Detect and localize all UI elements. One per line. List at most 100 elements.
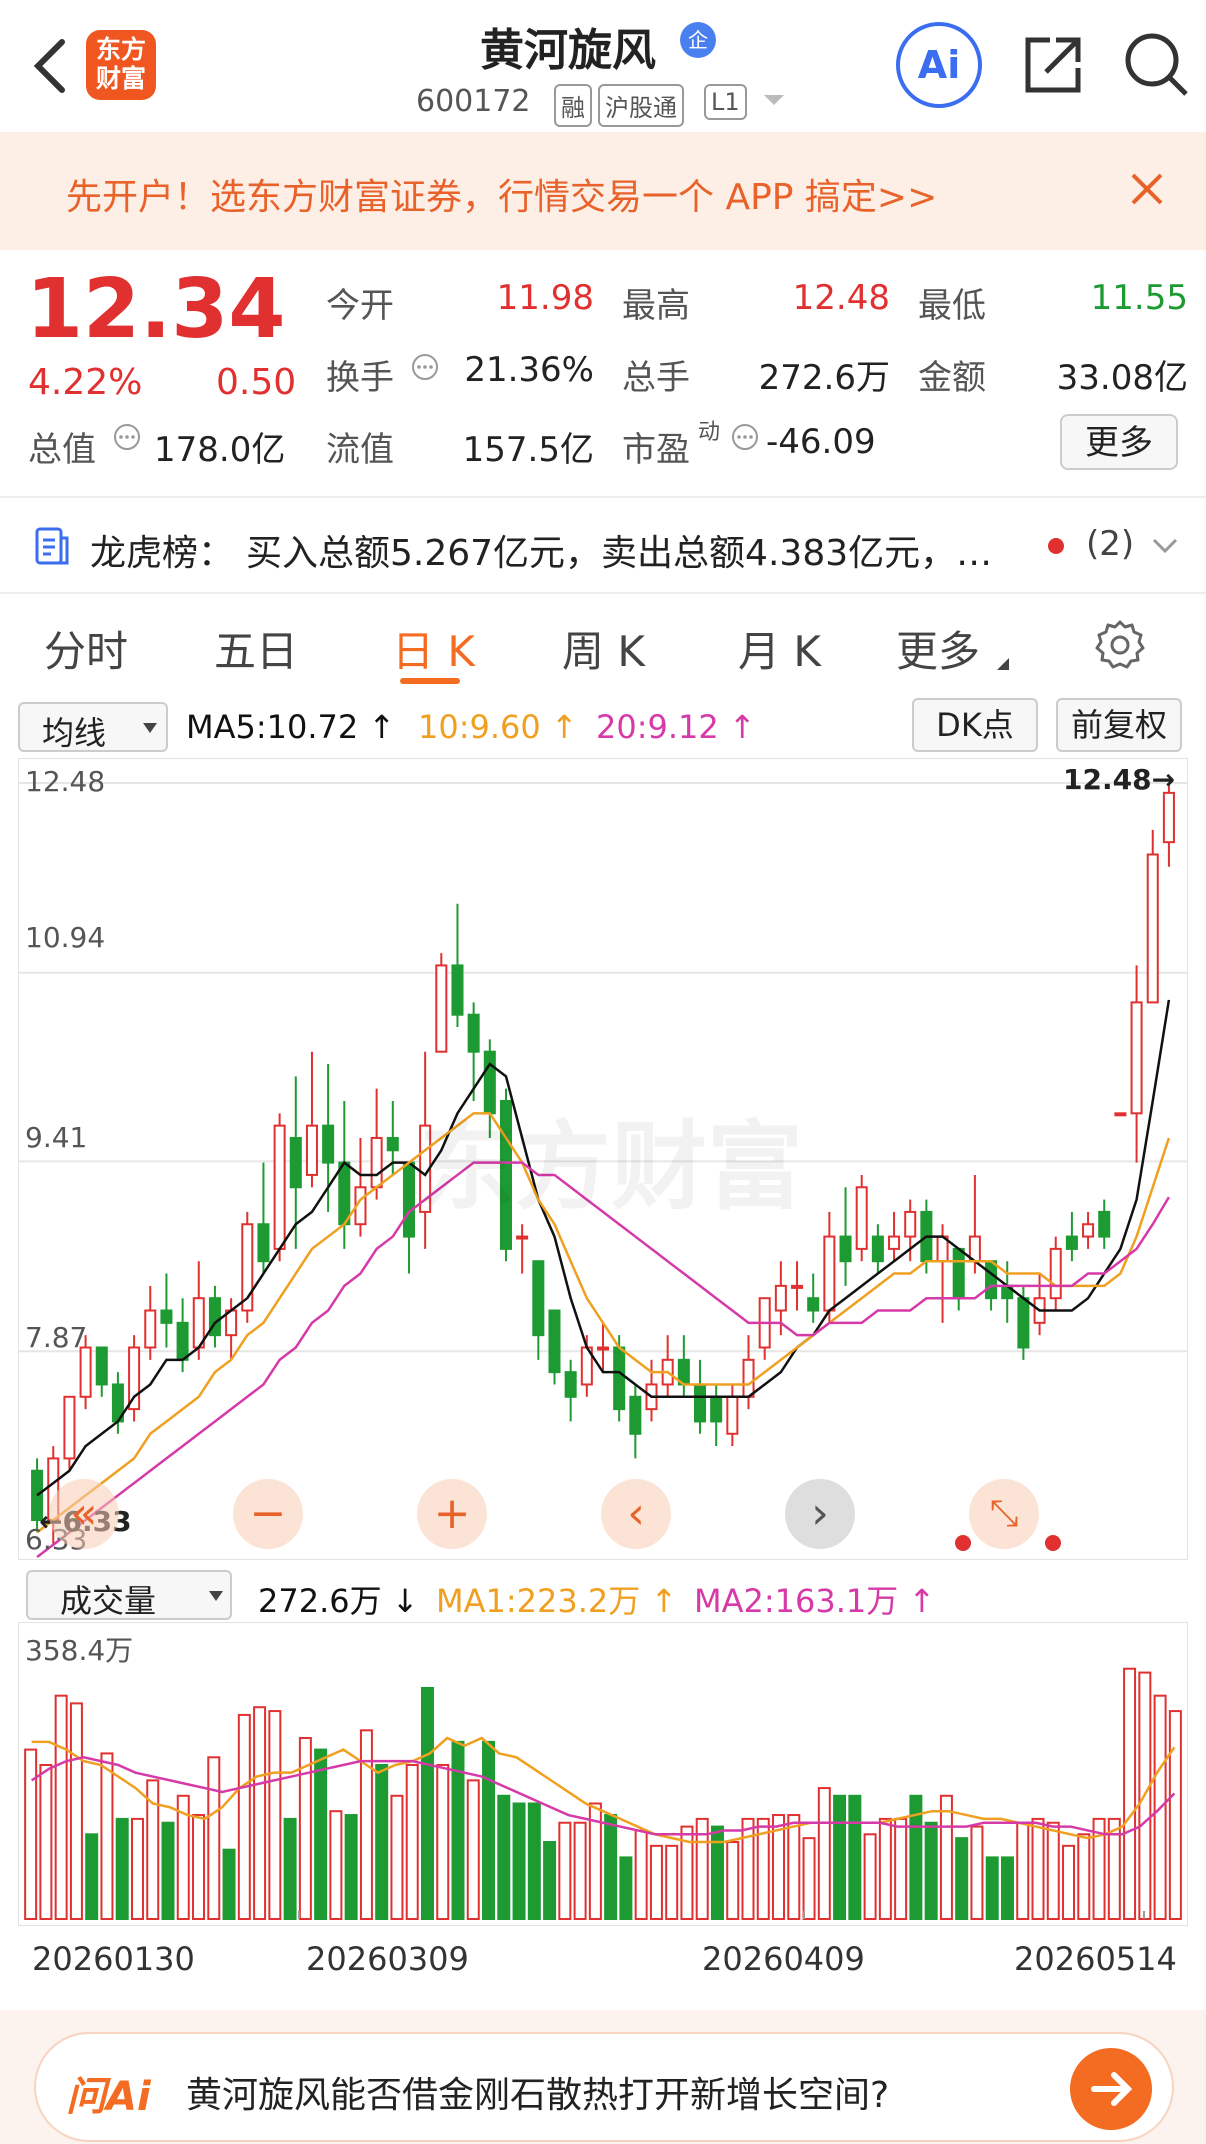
tab-intraday[interactable]: 分时 [44,618,128,679]
candle-body [613,1346,626,1411]
candle-body [451,964,464,1016]
max-price-text: 12.48 [1063,763,1152,796]
volume-bar [939,1794,953,1921]
candle-body [532,1260,545,1337]
volume-bar [344,1814,358,1920]
candle-body [467,1013,480,1053]
watermark: 东方财富 [419,1111,803,1223]
zoom-out-icon[interactable]: − [233,1479,303,1549]
volume-bar [451,1740,465,1920]
stock-tag-l1: L1 [704,84,747,120]
candle-body [855,1186,868,1250]
dragon-tiger-label: 龙虎榜： [90,533,235,574]
volume-bar [741,1817,755,1921]
next-icon[interactable]: › [785,1479,855,1549]
stat-value-volume: 272.6万 [758,358,890,398]
share-icon[interactable] [1020,32,1086,98]
volume-chart[interactable]: 358.4万 [18,1622,1188,1926]
volume-bar [268,1710,282,1920]
tab-daily-k[interactable]: 日 K [392,618,475,679]
volume-bar [665,1844,679,1921]
indicator-select[interactable]: 均线 [18,702,168,752]
volume-bar [1046,1821,1060,1921]
tab-five-day[interactable]: 五日 [214,618,298,679]
stock-name: 黄河旋风 [480,25,656,76]
stat-value-market-cap: 178.0亿 [154,430,286,470]
y-tick-label: 12.48 [25,765,106,798]
fullscreen-icon[interactable]: ⤡ [969,1479,1039,1549]
candle-body [435,964,448,1053]
candle-body [1049,1247,1062,1300]
tab-monthly-k[interactable]: 月 K [738,618,821,679]
ma20-text: 20:9.12 [596,708,719,746]
volume-bar [878,1817,892,1921]
volume-bar [787,1814,801,1920]
stat-label-open: 今开 [326,286,394,326]
x-date-label: 20260130 [32,1940,195,1978]
volume-select-value: 成交量 [60,1582,157,1620]
candle-body [839,1235,852,1263]
dragon-tiger-bar[interactable]: 龙虎榜： 买入总额5.267亿元，卖出总额4.383亿元，… (2) [0,500,1206,590]
promo-text: 先开户！选东方财富证券，行情交易一个 APP 搞定>> [66,177,938,218]
info-icon[interactable] [410,352,440,382]
candle-body [1114,1112,1127,1117]
ma5-line [36,999,1171,1497]
prev-icon[interactable]: ‹ [601,1479,671,1549]
volume-bar [1031,1817,1045,1921]
candle-body [386,1136,399,1152]
volume-bar [314,1748,328,1921]
stock-tag-hgt: 沪股通 [598,84,684,127]
red-dot [1048,538,1064,554]
price-adjust-button[interactable]: 前复权 [1056,698,1182,752]
send-arrow-icon[interactable] [1070,2048,1152,2130]
close-icon[interactable] [1130,172,1164,206]
candle-body [1082,1223,1095,1238]
candle-body [338,1161,351,1226]
info-icon[interactable] [112,422,142,452]
volume-select[interactable]: 成交量 [26,1570,232,1620]
candle-body [823,1235,836,1312]
more-button[interactable]: 更多 [1060,414,1178,470]
settings-gear-icon[interactable] [1094,618,1146,670]
volume-bar [924,1821,938,1921]
candle-body [1130,1001,1143,1115]
ma20-value: 20:9.12 ↑ [596,708,756,746]
y-tick-label: 10.94 [25,921,106,954]
back-chevron-icon[interactable] [26,36,76,96]
candle-body [176,1321,189,1361]
volume-bar [283,1817,297,1921]
chevron-down-icon[interactable] [1150,536,1180,556]
search-icon[interactable] [1122,30,1192,100]
ask-ai-bar[interactable]: 问Ai 黄河旋风能否借金刚石散热打开新增长空间? [34,2032,1174,2142]
volume-bar [558,1821,572,1921]
quote-panel: 12.34 4.22% 0.50 今开 11.98 最高 12.48 最低 11… [0,250,1206,496]
ma-bar: 均线 MA5:10.72 ↑ 10:9.60 ↑ 20:9.12 ↑ DK点 前… [0,694,1206,756]
zoom-in-icon[interactable]: + [417,1479,487,1549]
change-percent: 4.22% [28,362,143,403]
ask-ai-question: 黄河旋风能否借金刚石散热打开新增长空间? [186,2075,890,2116]
volume-bar [894,1817,908,1921]
volume-bar [222,1848,236,1921]
volume-bar [130,1817,144,1921]
dropdown-corner-icon [996,656,1010,670]
ai-button[interactable]: Ai [896,22,982,108]
candle-body [904,1210,917,1238]
stat-label-float-cap: 流值 [326,430,394,470]
kline-chart[interactable]: 东方财富 12.48 10.94 9.41 7.87 6.33 12.48→ ←… [18,758,1188,1560]
candle-body [79,1346,92,1398]
volume-bar [390,1794,404,1921]
promo-banner[interactable]: 先开户！选东方财富证券，行情交易一个 APP 搞定>> [0,132,1206,250]
tab-weekly-k[interactable]: 周 K [562,618,645,679]
stat-label-pe: 市盈 [622,430,690,470]
volume-bar [359,1729,373,1920]
stat-label-low: 最低 [918,286,986,326]
rewind-icon[interactable]: « [49,1479,119,1549]
tab-more[interactable]: 更多 [896,618,980,679]
volume-ma2-text: MA2:163.1万 [694,1582,899,1620]
volume-bar [100,1752,114,1920]
expand-caret-icon[interactable] [762,92,786,108]
volume-bar [253,1706,267,1920]
volume-bar [955,1837,969,1920]
dk-point-button[interactable]: DK点 [912,698,1038,752]
info-icon[interactable] [730,422,760,452]
